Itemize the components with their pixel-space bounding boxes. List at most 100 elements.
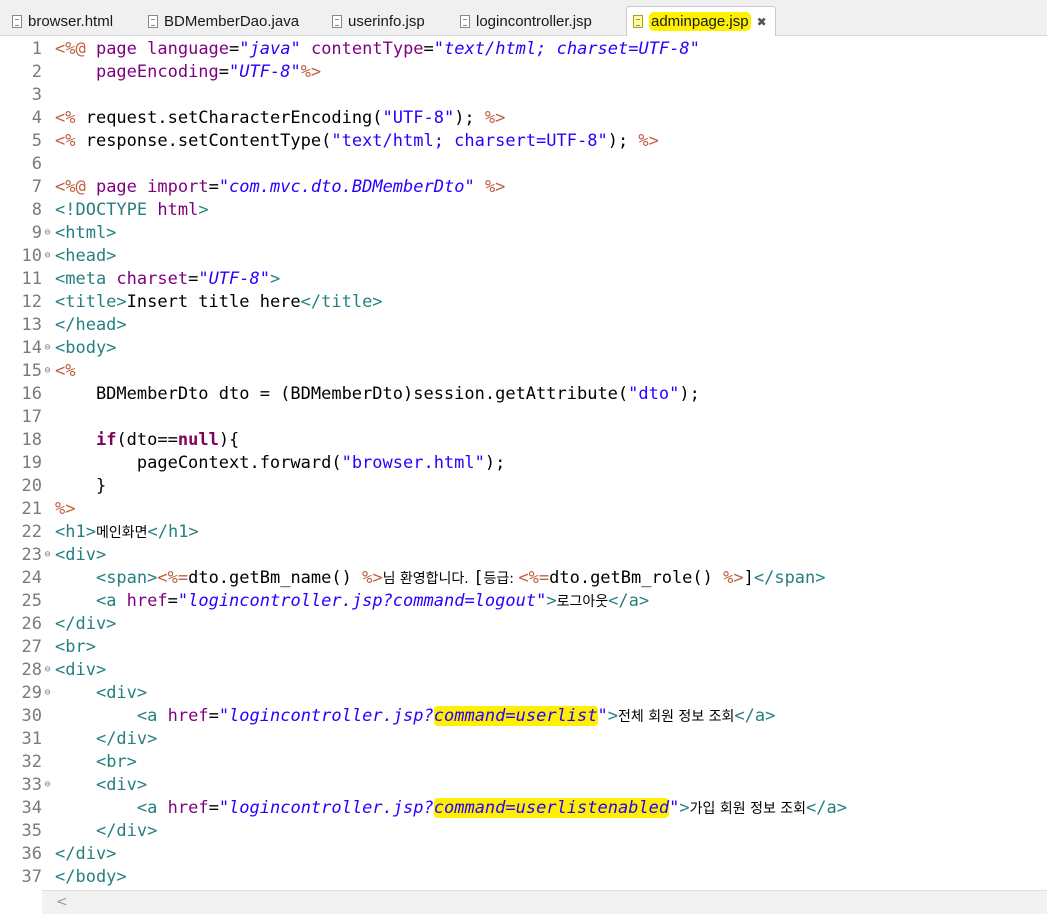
code-text: <a href="logincontroller.jsp?command=log… [55,590,649,614]
fold-collapse-icon[interactable]: ⊖ [42,658,53,681]
code-token: <meta [55,269,117,289]
line-number: 11 [21,269,42,289]
line-number: 6 [31,154,42,174]
code-line[interactable]: 28 ⊖ <div> [0,659,1047,682]
code-token: </head> [55,315,127,335]
code-token: <div> [95,775,148,795]
code-line[interactable]: 36 </div> [0,843,1047,866]
fold-collapse-icon[interactable]: ⊖ [42,244,53,267]
fold-collapse-icon[interactable]: ⊖ [42,773,53,796]
fold-collapse-icon[interactable]: ⊖ [42,681,53,704]
code-token: <br> [55,637,96,657]
code-line[interactable]: 32 <br> [0,751,1047,774]
code-line[interactable]: 12 <title>Insert title here</title> [0,291,1047,314]
code-line[interactable]: 21 %> [0,498,1047,521]
code-token: </div> [55,614,117,634]
code-line[interactable]: 5 <% response.setContentType("text/html; … [0,130,1047,153]
code-token: html [157,200,199,220]
code-token: response.setContentType( [75,131,332,151]
fold-collapse-icon[interactable]: ⊖ [42,543,53,566]
code-line[interactable]: 37 </body> [0,866,1047,889]
line-number: 28 [21,660,42,680]
line-number: 4 [31,108,42,128]
file-icon [148,14,158,28]
tab-userinfo-jsp[interactable]: userinfo.jsp [332,6,425,36]
code-token: = [208,798,219,818]
code-line[interactable]: 29 ⊖ <div> [0,682,1047,705]
tab-logincontroller-jsp[interactable]: logincontroller.jsp [460,6,592,36]
code-token: <%= [157,568,189,588]
code-line[interactable]: 13 </head> [0,314,1047,337]
code-line[interactable]: 1 <%@ page language="java" contentType="t… [0,38,1047,61]
tab-bdmemberdao-java[interactable]: BDMemberDao.java [148,6,299,36]
line-number: 10 [21,246,42,266]
code-token: = [208,706,219,726]
code-line[interactable]: 16 BDMemberDto dto = (BDMemberDto)sessio… [0,383,1047,406]
code-text: <span><%=dto.getBm_name() %>님 환영합니다. [등급… [55,567,826,591]
code-token: 님 환영합니다. [382,571,474,587]
code-text: <head> [55,245,116,268]
code-line[interactable]: 10 ⊖ <head> [0,245,1047,268]
tab-adminpage-jsp[interactable]: adminpage.jsp ✖ [626,6,776,36]
code-token: "com.mvc.dto.BDMemberDto" [218,177,475,197]
tab-browser-html[interactable]: browser.html [12,6,113,36]
code-editor[interactable]: 1 <%@ page language="java" contentType="t… [0,36,1047,890]
code-token: ] [743,568,754,588]
code-line[interactable]: 23 ⊖ <div> [0,544,1047,567]
code-token: charset [116,269,189,289]
horizontal-scrollbar[interactable]: < [42,890,1047,914]
code-token: </a> [806,798,847,818]
code-line[interactable]: 34 <a href="logincontroller.jsp?command=… [0,797,1047,820]
code-line[interactable]: 22 <h1>메인화면</h1> [0,521,1047,544]
code-line[interactable]: 24 <span><%=dto.getBm_name() %>님 환영합니다. … [0,567,1047,590]
code-line[interactable]: 14 ⊖ <body> [0,337,1047,360]
code-text: if(dto==null){ [55,429,239,452]
code-token: "logincontroller.jsp?command=logout" [177,591,547,611]
code-line[interactable]: 11 <meta charset="UTF-8"> [0,268,1047,291]
fold-collapse-icon[interactable]: ⊖ [42,359,53,382]
code-line[interactable]: 17 [0,406,1047,429]
code-line[interactable]: 2 pageEncoding="UTF-8"%> [0,61,1047,84]
code-line[interactable]: 7 <%@ page import="com.mvc.dto.BDMemberDt… [0,176,1047,199]
line-number: 5 [31,131,42,151]
line-number: 37 [21,867,42,887]
scroll-left-arrow-icon[interactable]: < [56,894,68,910]
close-icon[interactable]: ✖ [757,15,767,29]
line-number: 1 [31,39,42,59]
fold-collapse-icon[interactable]: ⊖ [42,336,53,359]
code-line[interactable]: 35 </div> [0,820,1047,843]
code-text: <div> [55,774,147,797]
code-token: > [198,200,209,220]
code-line[interactable]: 8 <!DOCTYPE html> [0,199,1047,222]
code-text: <% response.setContentType("text/html; c… [55,130,659,153]
code-token: "UTF-8" [382,108,455,128]
gutter-footer [0,890,42,914]
code-line[interactable]: 9 ⊖ <html> [0,222,1047,245]
code-token: <!DOCTYPE [55,200,158,220]
code-line[interactable]: 3 [0,84,1047,107]
code-line[interactable]: 19 pageContext.forward("browser.html"); [0,452,1047,475]
code-line[interactable]: 31 </div> [0,728,1047,751]
line-number: 20 [21,476,42,496]
code-token: <div> [55,545,107,565]
code-token: } [55,476,107,496]
code-line[interactable]: 18 if(dto==null){ [0,429,1047,452]
code-line[interactable]: 6 [0,153,1047,176]
code-line[interactable]: 20 } [0,475,1047,498]
line-number: 34 [21,798,42,818]
code-line[interactable]: 15 ⊖ <% [0,360,1047,383]
file-icon [332,14,342,28]
line-number: 17 [21,407,42,427]
fold-collapse-icon[interactable]: ⊖ [42,221,53,244]
code-line[interactable]: 30 <a href="logincontroller.jsp?command=… [0,705,1047,728]
line-number: 35 [21,821,42,841]
code-line[interactable]: 4 <% request.setCharacterEncoding("UTF-8"… [0,107,1047,130]
code-line[interactable]: 25 <a href="logincontroller.jsp?command=… [0,590,1047,613]
code-line[interactable]: 33 ⊖ <div> [0,774,1047,797]
code-line[interactable]: 26 </div> [0,613,1047,636]
line-number: 14 [21,338,42,358]
code-line[interactable]: 27 <br> [0,636,1047,659]
